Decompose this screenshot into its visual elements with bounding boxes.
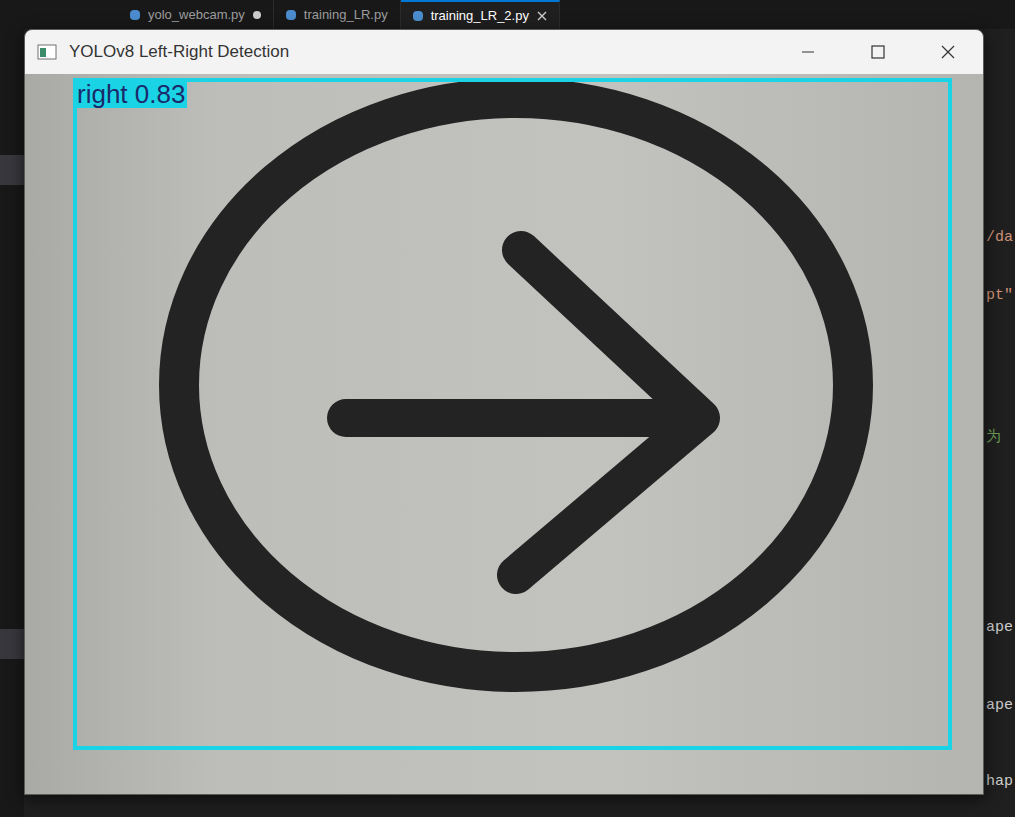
desktop: yolo_webcam.py training_LR.py training_LR_… bbox=[0, 0, 1015, 817]
tab-label: training_LR_2.py bbox=[431, 6, 529, 26]
tab-label: training_LR.py bbox=[304, 5, 388, 25]
code-fragment: hap bbox=[986, 772, 1013, 792]
camera-frame: right 0.83 bbox=[25, 74, 983, 794]
window-controls bbox=[773, 30, 983, 74]
minimize-icon bbox=[801, 45, 815, 59]
window-title: YOLOv8 Left-Right Detection bbox=[69, 39, 289, 65]
maximize-button[interactable] bbox=[843, 30, 913, 74]
code-fragment: /da bbox=[986, 228, 1013, 248]
code-fragment: ape bbox=[986, 618, 1013, 638]
minimize-button[interactable] bbox=[773, 30, 843, 74]
python-file-icon bbox=[413, 11, 423, 21]
code-fragment: ape bbox=[986, 696, 1013, 716]
activity-highlight bbox=[0, 155, 24, 185]
editor-tab-bar: yolo_webcam.py training_LR.py training_LR_… bbox=[0, 0, 1015, 29]
code-fragment: pt" bbox=[986, 286, 1013, 306]
close-tab-icon[interactable] bbox=[537, 11, 547, 21]
close-button[interactable] bbox=[913, 30, 983, 74]
title-bar: YOLOv8 Left-Right Detection bbox=[25, 30, 983, 74]
activity-bar bbox=[0, 29, 24, 817]
detection-label: right 0.83 bbox=[75, 80, 187, 108]
python-file-icon bbox=[130, 10, 140, 20]
detection-box: right 0.83 bbox=[73, 78, 952, 750]
detection-window: YOLOv8 Left-Right Detection right 0.83 bbox=[24, 29, 984, 795]
maximize-icon bbox=[871, 45, 885, 59]
tab-label: yolo_webcam.py bbox=[148, 5, 245, 25]
editor-tab[interactable]: training_LR_2.py bbox=[401, 0, 560, 29]
code-fragment: 为 bbox=[986, 428, 1001, 448]
activity-highlight bbox=[0, 629, 24, 659]
editor-tab[interactable]: training_LR.py bbox=[274, 0, 401, 29]
modified-dot-icon bbox=[253, 11, 261, 19]
python-file-icon bbox=[286, 10, 296, 20]
app-icon bbox=[37, 44, 57, 60]
close-icon bbox=[941, 45, 955, 59]
editor-tab[interactable]: yolo_webcam.py bbox=[118, 0, 274, 29]
arrow-sign-icon bbox=[25, 74, 984, 794]
